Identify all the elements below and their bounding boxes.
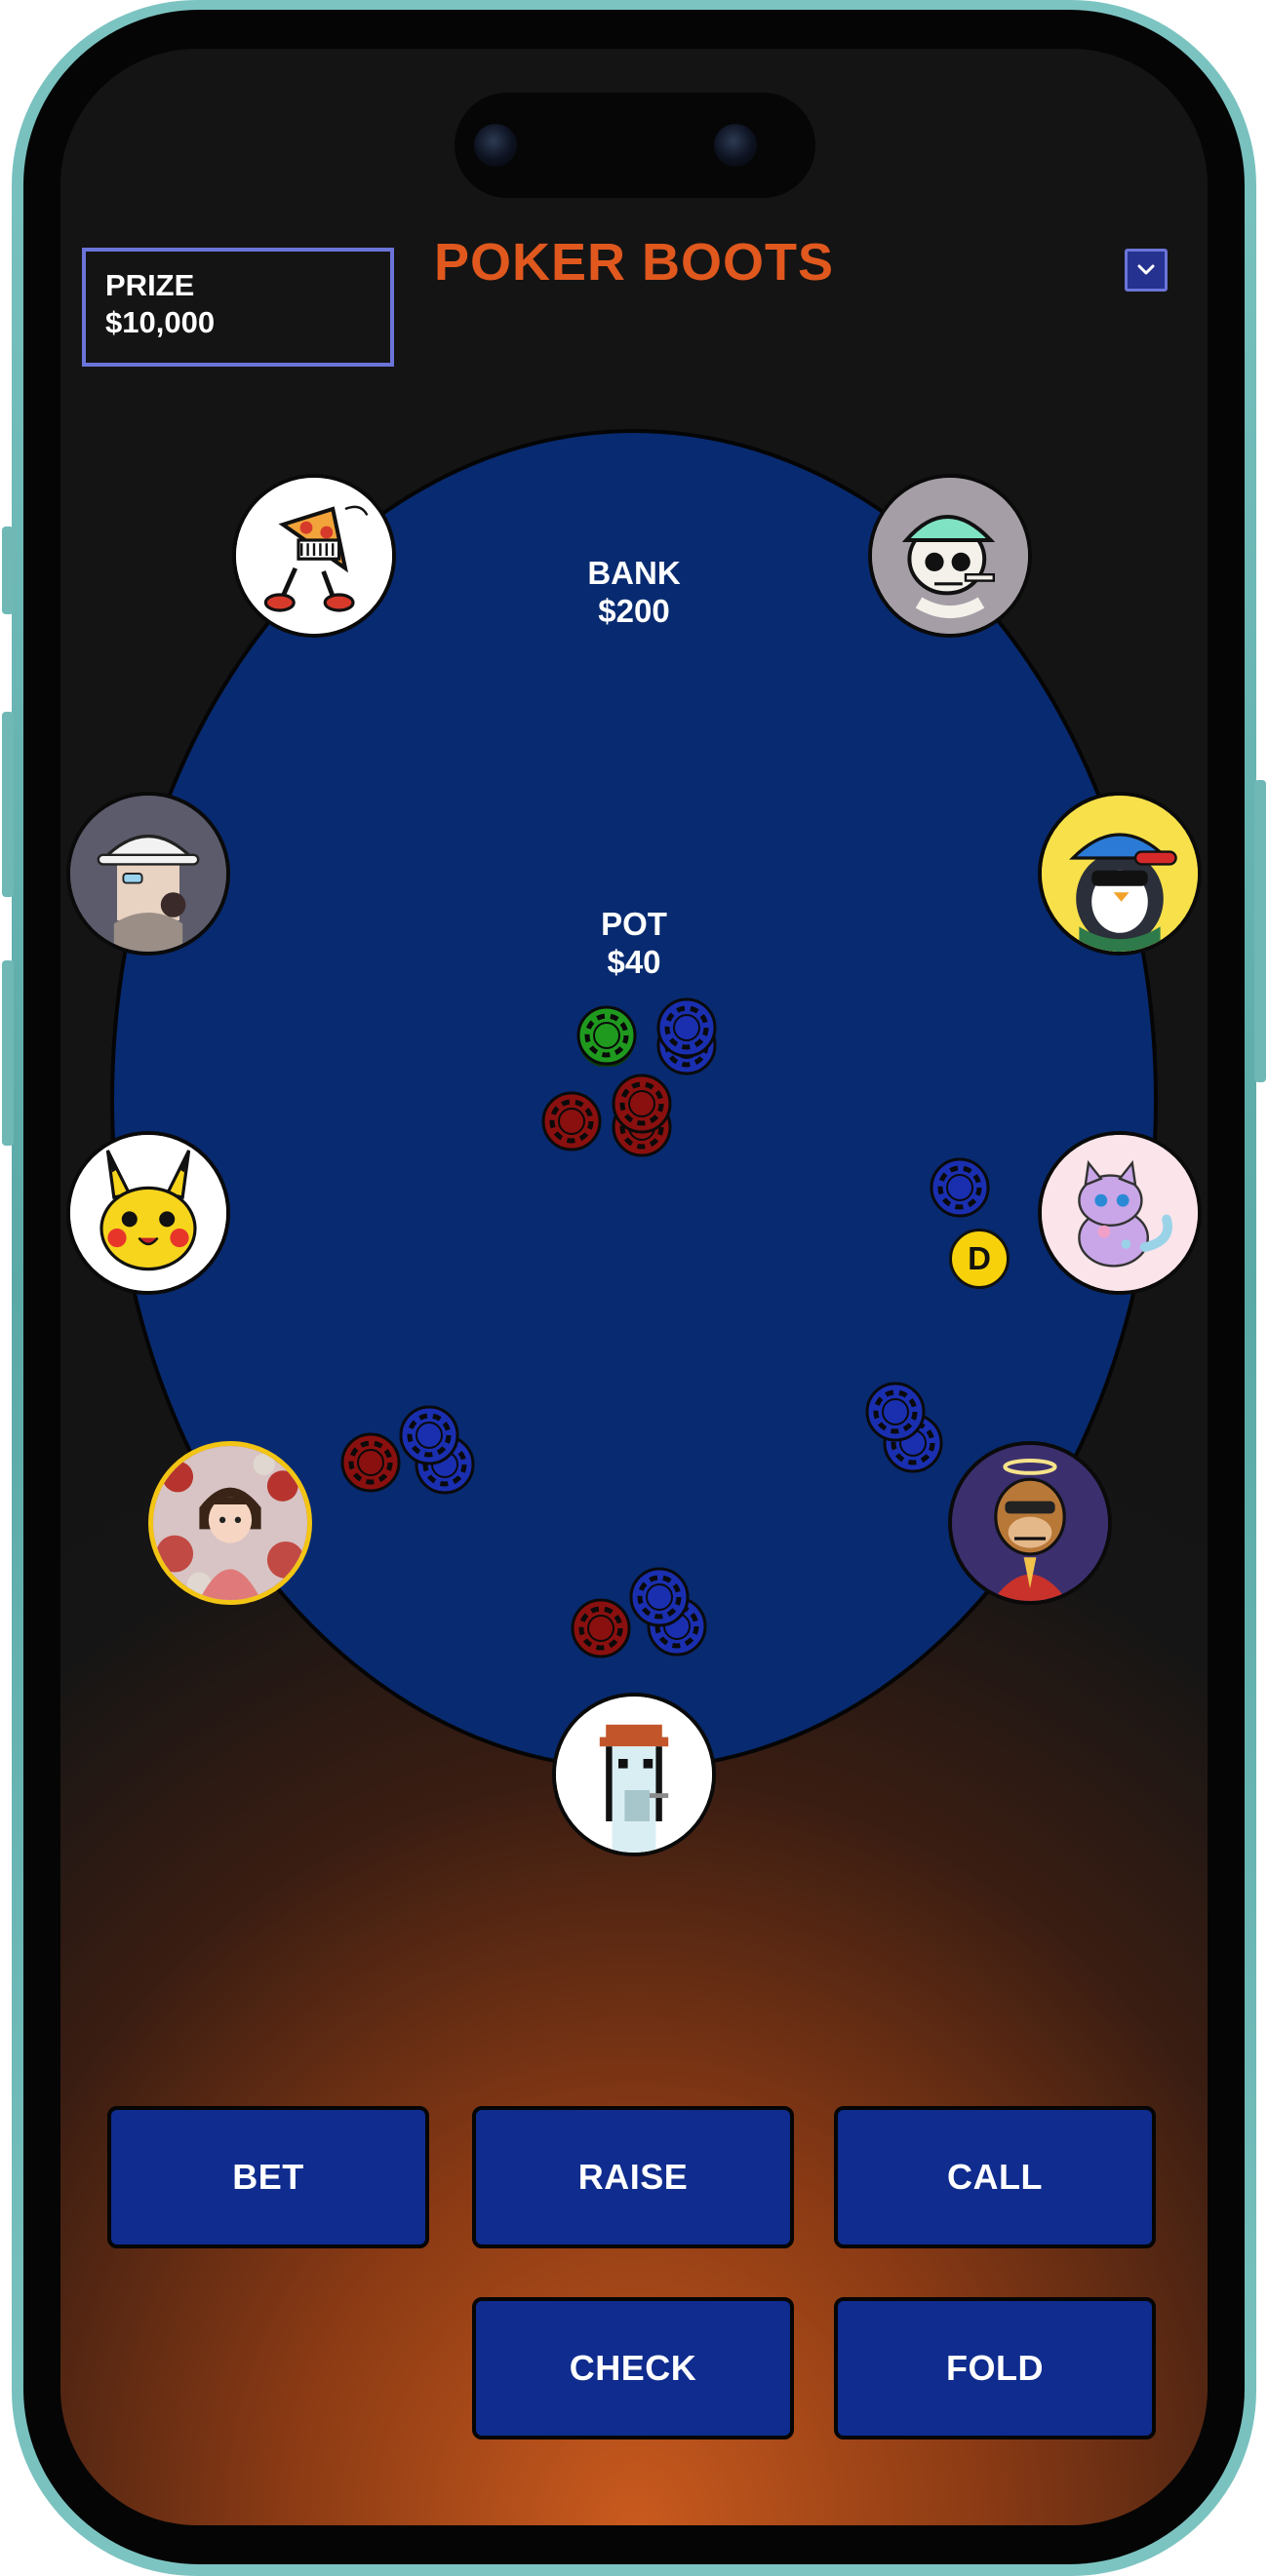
chip-icon-blue	[656, 997, 717, 1058]
player-seat-ape[interactable]	[948, 1441, 1112, 1605]
pixel-punk-avatar-icon	[556, 1697, 712, 1853]
sensor-icon	[714, 124, 757, 167]
fold-button[interactable]: FOLD	[834, 2297, 1156, 2439]
pot-label: POT	[601, 906, 667, 942]
volume-up-button	[2, 712, 14, 897]
bucket-hat-avatar-icon	[70, 796, 226, 952]
bank-value: $200	[598, 593, 670, 629]
player-seat-bucket-hat[interactable]	[66, 792, 230, 956]
skeleton-helmet-avatar-icon	[872, 478, 1028, 634]
chip-icon-blue	[930, 1157, 990, 1218]
bank-label: BANK	[587, 555, 681, 591]
chip-icon-red	[571, 1598, 631, 1659]
player-seat-punk[interactable]	[552, 1693, 716, 1856]
pizza-mascot-avatar-icon	[236, 478, 392, 634]
dealer-button: D	[949, 1229, 1010, 1289]
chip-icon-red	[541, 1091, 602, 1151]
chevron-down-icon	[1137, 264, 1155, 275]
app-title: POKER BOOTS	[433, 233, 835, 292]
raise-button[interactable]: RAISE	[472, 2106, 794, 2248]
player-seat-skeleton[interactable]	[868, 474, 1032, 638]
player-seat-cat[interactable]	[1038, 1131, 1202, 1295]
pikachu-avatar-icon	[70, 1135, 226, 1291]
power-button	[1254, 780, 1266, 1082]
prize-value: $10,000	[105, 305, 216, 339]
player-seat-girl[interactable]	[148, 1441, 312, 1605]
chip-icon-blue	[865, 1382, 926, 1442]
halo-ape-avatar-icon	[952, 1445, 1108, 1601]
chip-icon-green	[576, 1005, 637, 1067]
chip-icon-red	[340, 1432, 401, 1493]
pot-value: $40	[607, 944, 661, 980]
dynamic-island	[455, 93, 815, 198]
call-button[interactable]: CALL	[834, 2106, 1156, 2248]
volume-down-button	[2, 960, 14, 1146]
penguin-cap-avatar-icon	[1042, 796, 1198, 952]
menu-dropdown-button[interactable]	[1125, 249, 1168, 292]
pink-cat-avatar-icon	[1042, 1135, 1198, 1291]
check-button[interactable]: CHECK	[472, 2297, 794, 2439]
anime-girl-avatar-icon	[153, 1446, 307, 1600]
chip-icon-blue	[399, 1405, 459, 1465]
player-seat-pikachu[interactable]	[66, 1131, 230, 1295]
player-seat-penguin[interactable]	[1038, 792, 1202, 956]
mute-switch	[2, 527, 14, 614]
chip-icon-blue	[629, 1567, 690, 1627]
front-camera-icon	[474, 124, 517, 167]
player-seat-pizza[interactable]	[232, 474, 396, 638]
chip-icon-red	[612, 1073, 672, 1134]
bet-button[interactable]: BET	[107, 2106, 429, 2248]
